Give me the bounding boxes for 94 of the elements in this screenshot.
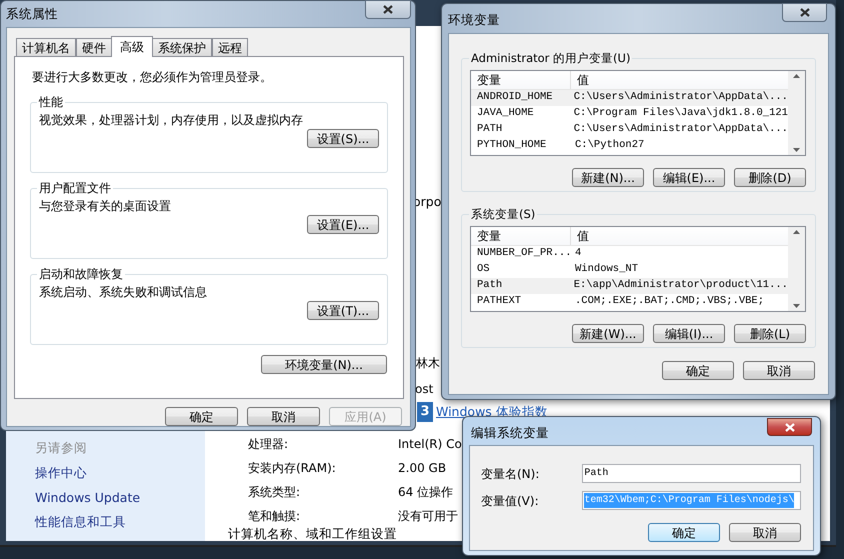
variable-name: PATHEXT	[476, 294, 522, 310]
sidebar-heading: 另请参阅	[35, 439, 87, 457]
variable-value: C:\Users\Administrator\AppData\...	[572, 90, 788, 106]
scrollbar[interactable]	[788, 227, 805, 312]
scrollbar[interactable]	[788, 71, 805, 156]
spec-label: 处理器:	[248, 436, 290, 453]
dialog-button[interactable]: 编辑(I)...	[653, 324, 725, 344]
dialog-button[interactable]: 确定	[662, 361, 734, 380]
sidebar-link[interactable]: 操作中心	[35, 464, 87, 482]
close-icon	[784, 422, 794, 432]
variable-value: .COM;.EXE;.BAT;.CMD;.VBS;.VBE;	[574, 294, 764, 310]
variable-value: Windows_NT	[574, 262, 638, 278]
list-row[interactable]: PYTHON_HOME C:\Python27	[471, 138, 788, 154]
section-heading: 计算机名称、域和工作组设置	[228, 525, 397, 543]
group-title: 系统变量(S)	[470, 206, 536, 223]
field-label: 变量名(N):	[481, 466, 540, 482]
truncated-text: 林木	[416, 355, 440, 372]
dialog-button[interactable]: 确定	[165, 407, 238, 426]
variable-name: JAVA_HOME	[476, 106, 535, 122]
tab[interactable]: 计算机名	[16, 38, 76, 56]
scroll-up-icon	[793, 74, 800, 78]
dialog-button[interactable]: 新建(W)...	[572, 324, 644, 344]
group-description: 与您登录有关的桌面设置	[39, 198, 171, 215]
spec-label: 系统类型:	[248, 484, 302, 501]
spec-value: Intel(R) Co	[398, 436, 462, 453]
column-header[interactable]: 变量	[471, 71, 571, 90]
field-label: 变量值(V):	[481, 492, 540, 510]
spec-value: 64 位操作	[398, 484, 454, 501]
dialog-button[interactable]: 设置(S)...	[307, 129, 379, 148]
list-row[interactable]: JAVA_HOME C:\Program Files\Java\jdk1.8.0_121	[471, 106, 788, 122]
dialog-button[interactable]: 确定	[648, 523, 720, 542]
variable-name: ANDROID_HOME	[476, 90, 554, 106]
rating-badge: 3	[417, 402, 433, 422]
field-value: Path	[584, 466, 608, 481]
variable-name: OS	[476, 262, 491, 278]
close-icon	[383, 5, 393, 14]
tab[interactable]: 硬件	[76, 38, 112, 56]
group-title: Administrator 的用户变量(U)	[470, 50, 632, 67]
dialog-button[interactable]: 取消	[247, 407, 320, 426]
dialog-button[interactable]: 新建(N)...	[572, 168, 644, 188]
close-button[interactable]	[767, 418, 812, 436]
close-icon	[800, 8, 810, 17]
field-value: tem32\Wbem;C:\Program Files\nodejs\	[584, 493, 794, 508]
close-button[interactable]	[365, 0, 411, 19]
variable-value: C:\Users\Administrator\AppData\...	[572, 122, 788, 138]
sidebar-link[interactable]: 性能信息和工具	[35, 513, 126, 532]
tab[interactable]: 远程	[212, 38, 248, 56]
window-title: 编辑系统变量	[471, 424, 549, 442]
column-header[interactable]: 值	[571, 71, 788, 90]
input-field[interactable]: Path	[582, 464, 801, 483]
group-title: 启动和故障恢复	[38, 266, 124, 283]
list-row[interactable]: PATHEXT .COM;.EXE;.BAT;.CMD;.VBS;.VBE;	[471, 294, 788, 310]
list-row[interactable]: Path E:\app\Administrator\product\11...	[471, 278, 788, 294]
variable-name: NUMBER_OF_PR...	[476, 246, 571, 262]
dialog-button[interactable]: 删除(D)	[734, 168, 806, 188]
variable-value: E:\app\Administrator\product\11...	[572, 278, 788, 294]
list-row[interactable]: OS Windows_NT	[471, 262, 788, 278]
group-title: 性能	[38, 94, 64, 111]
sidebar-link[interactable]: Windows Update	[35, 488, 140, 508]
variable-value: 4	[574, 246, 582, 262]
list-row[interactable]: NUMBER_OF_PR... 4	[471, 246, 788, 262]
dialog-button[interactable]: 删除(L)	[734, 324, 806, 344]
variable-name: Path	[476, 278, 504, 294]
variable-name: PYTHON_HOME	[476, 138, 548, 154]
variable-value: C:\Python27	[574, 138, 644, 154]
dialog-button[interactable]: 设置(T)...	[307, 301, 379, 320]
close-button[interactable]	[782, 3, 827, 22]
dialog-button[interactable]: 设置(E)...	[307, 215, 379, 234]
window-title: 环境变量	[448, 11, 500, 29]
column-header[interactable]: 变量	[471, 227, 571, 246]
dialog-button[interactable]: 取消	[743, 361, 815, 380]
window-title: 系统属性	[6, 5, 58, 23]
spec-value: 2.00 GB	[398, 460, 446, 477]
column-header[interactable]: 值	[571, 227, 788, 246]
dialog-button[interactable]: 环境变量(N)...	[261, 355, 387, 374]
spec-label: 安装内存(RAM):	[248, 460, 337, 477]
variable-name: PATH	[476, 122, 504, 138]
variable-value: C:\Program Files\Java\jdk1.8.0_121	[572, 106, 788, 122]
list-row[interactable]: PATH C:\Users\Administrator\AppData\...	[471, 122, 788, 138]
spec-value: 没有可用于	[398, 508, 458, 525]
tab[interactable]: 高级	[111, 36, 153, 57]
dialog-button[interactable]: 取消	[729, 523, 801, 542]
notice-text: 要进行大多数更改，您必须作为管理员登录。	[32, 69, 273, 86]
scroll-up-icon	[793, 230, 800, 234]
list-row[interactable]: ANDROID_HOME C:\Users\Administrator\AppData\...	[471, 90, 788, 106]
dialog-button[interactable]: 编辑(E)...	[653, 168, 725, 188]
group-description: 系统启动、系统失败和调试信息	[39, 284, 207, 301]
scroll-down-icon	[793, 148, 800, 152]
group-description: 视觉效果，处理器计划，内存使用，以及虚拟内存	[39, 112, 303, 129]
tab[interactable]: 系统保护	[152, 38, 212, 56]
spec-label: 笔和触摸:	[248, 508, 302, 525]
group-title: 用户配置文件	[38, 180, 112, 197]
truncated-text: ost	[415, 381, 434, 398]
scroll-down-icon	[793, 304, 800, 308]
